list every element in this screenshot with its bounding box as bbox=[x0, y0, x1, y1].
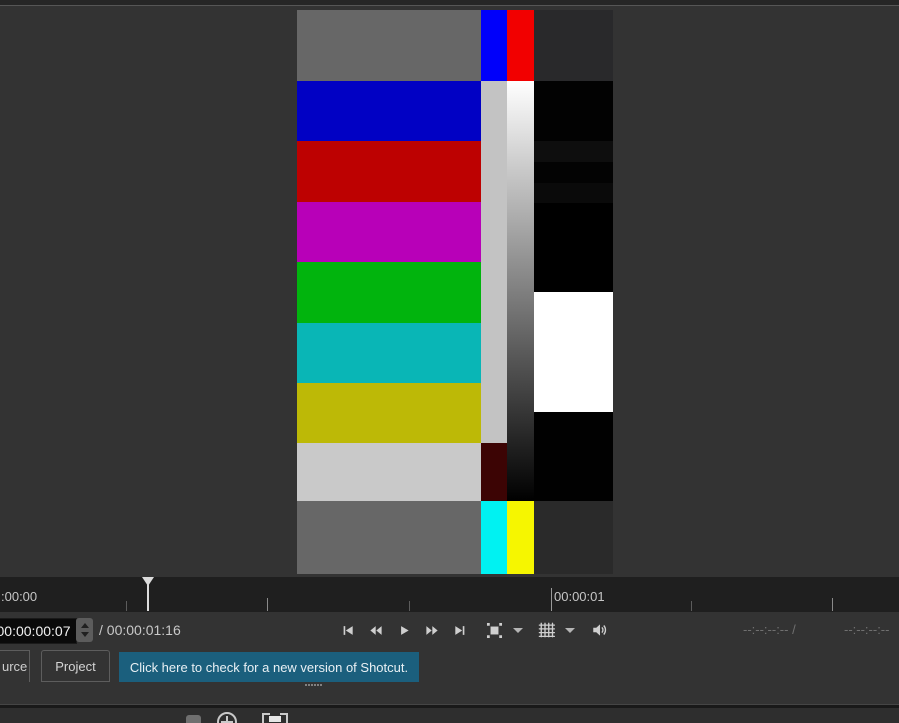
colorbar-segment bbox=[507, 501, 534, 574]
tab-source-border bbox=[29, 650, 30, 682]
zoom-dropdown-button[interactable] bbox=[512, 618, 524, 642]
stepper-down-icon[interactable] bbox=[80, 632, 89, 637]
ruler-tick bbox=[267, 598, 268, 611]
duration-label: / 00:00:01:16 bbox=[99, 622, 181, 638]
circle-plus-icon[interactable] bbox=[217, 712, 237, 723]
ruler-major-tick bbox=[551, 588, 552, 611]
grid-icon bbox=[538, 622, 555, 638]
ruler-tick bbox=[691, 601, 692, 611]
colorbar-segment bbox=[297, 383, 481, 443]
transport-bar: 00:00:00:07 / 00:00:01:16 --:--:--:-- / … bbox=[0, 612, 899, 648]
ruler-tick bbox=[832, 598, 833, 611]
grid-dropdown-button[interactable] bbox=[564, 618, 576, 642]
volume-icon bbox=[593, 624, 607, 636]
playhead[interactable] bbox=[141, 577, 155, 612]
playhead-stem bbox=[147, 577, 149, 611]
colorbar-segment bbox=[534, 203, 613, 292]
ruler-label-second: 00:00:01 bbox=[554, 589, 605, 604]
position-stepper[interactable] bbox=[76, 618, 93, 642]
chevron-down-icon bbox=[513, 627, 523, 633]
zoom-fit-icon bbox=[486, 622, 502, 638]
position-field[interactable]: 00:00:00:07 bbox=[0, 618, 77, 644]
colorbar-segment bbox=[297, 81, 481, 141]
rewind-button[interactable] bbox=[366, 618, 386, 642]
colorbar-segment bbox=[297, 262, 481, 323]
overwrite-icon[interactable] bbox=[262, 713, 288, 723]
ruler-label-start: :00:00 bbox=[1, 589, 38, 604]
ruler-tick bbox=[409, 601, 410, 611]
fast-forward-button[interactable] bbox=[422, 618, 442, 642]
rewind-icon bbox=[370, 625, 382, 635]
colorbar-segment bbox=[534, 292, 613, 412]
overwrite-icon-bar bbox=[269, 716, 281, 722]
transport-controls bbox=[338, 612, 612, 648]
update-notification-button[interactable]: Click here to check for a new version of… bbox=[119, 652, 419, 682]
stepper-up-icon[interactable] bbox=[80, 623, 89, 628]
volume-button[interactable] bbox=[588, 618, 612, 642]
colorbar-segment bbox=[534, 81, 613, 141]
colorbar-segment bbox=[297, 10, 481, 81]
zoom-fit-button[interactable] bbox=[484, 618, 504, 642]
splitter-handle[interactable] bbox=[305, 684, 307, 686]
colorbar-segment bbox=[534, 183, 613, 203]
colorbar-segment bbox=[534, 501, 613, 574]
position-value: 00:00:00:07 bbox=[0, 623, 71, 639]
video-preview bbox=[297, 10, 613, 574]
colorbar-segment bbox=[534, 10, 613, 81]
colorbar-segment bbox=[481, 443, 507, 501]
timeline-ruler[interactable]: :00:00 00:00:01 bbox=[0, 577, 899, 612]
play-button[interactable] bbox=[394, 618, 414, 642]
snap-toggle-icon[interactable] bbox=[186, 715, 201, 723]
skip-to-end-icon bbox=[455, 625, 465, 635]
selected-duration-label: --:--:--:-- bbox=[844, 622, 890, 637]
colorbar-segment bbox=[297, 443, 481, 501]
in-point-label: --:--:--:-- / bbox=[743, 622, 796, 637]
colorbar-segment bbox=[534, 412, 613, 501]
colorbar-segment bbox=[297, 323, 481, 383]
skip-to-start-icon bbox=[343, 625, 353, 635]
fast-forward-icon bbox=[426, 625, 438, 635]
colorbar-segment bbox=[297, 141, 481, 202]
tab-source[interactable]: urce bbox=[2, 659, 27, 674]
shotcut-window: :00:00 00:00:01 00:00:00:07 / 00:00:01:1… bbox=[0, 0, 899, 723]
ruler-tick bbox=[126, 601, 127, 611]
timeline-toolbar-clipped bbox=[0, 708, 899, 723]
tab-source-border-top bbox=[0, 650, 29, 651]
colorbar-segment bbox=[534, 141, 613, 162]
colorbar-segment bbox=[534, 162, 613, 183]
grid-button[interactable] bbox=[536, 618, 556, 642]
toolbar-bottom-edge bbox=[0, 0, 899, 6]
tab-project[interactable]: Project bbox=[41, 650, 110, 682]
colorbar-segment bbox=[297, 501, 481, 574]
colorbar-segment bbox=[297, 202, 481, 262]
colorbar-segment bbox=[507, 10, 534, 81]
skip-to-end-button[interactable] bbox=[450, 618, 470, 642]
colorbar-segment bbox=[507, 81, 534, 501]
colorbar-segment bbox=[481, 501, 507, 574]
colorbar-segment bbox=[481, 10, 507, 81]
play-icon bbox=[401, 625, 409, 635]
colorbar-segment bbox=[481, 81, 507, 443]
chevron-down-icon bbox=[565, 627, 575, 633]
skip-to-start-button[interactable] bbox=[338, 618, 358, 642]
player-tab-bar: urce Project Click here to check for a n… bbox=[0, 648, 899, 704]
